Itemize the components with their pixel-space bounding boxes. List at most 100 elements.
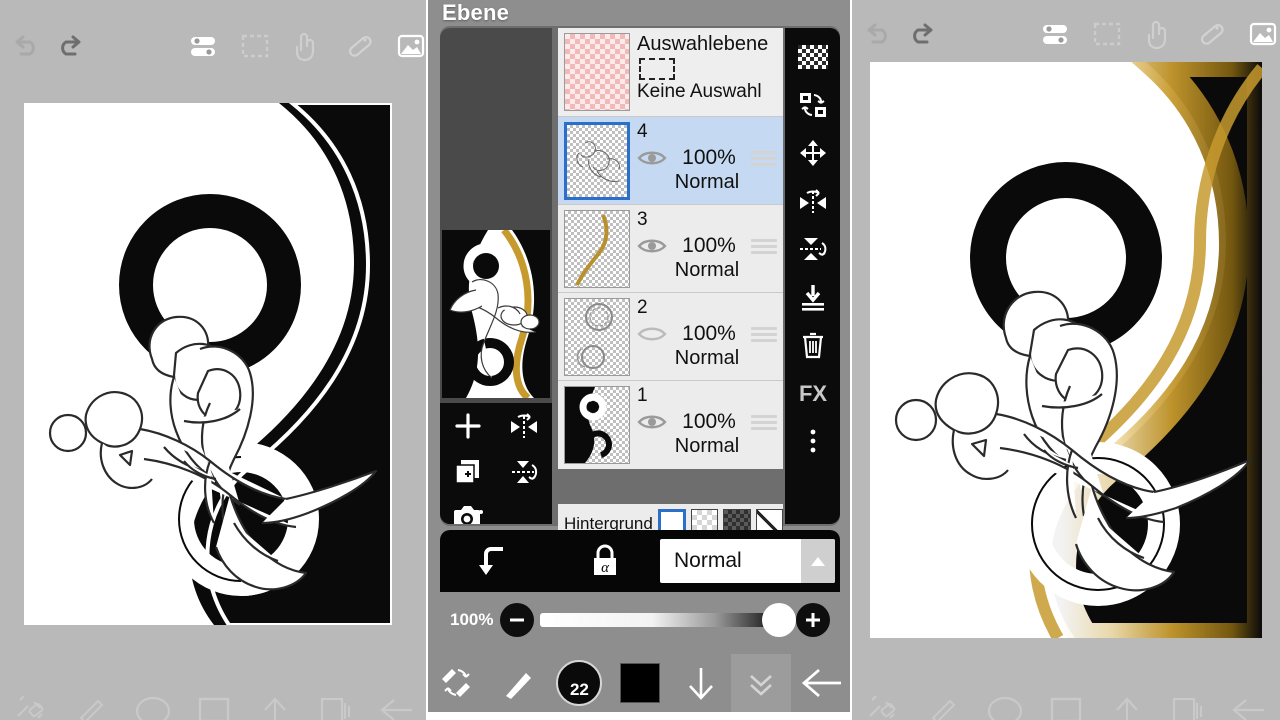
brush-eraser-swap-icon[interactable] — [859, 690, 907, 720]
opacity-decrease-button[interactable] — [500, 603, 534, 637]
image-icon[interactable] — [1246, 8, 1280, 60]
hand-tool-icon[interactable] — [1142, 8, 1176, 60]
flip-vertical-icon[interactable] — [496, 449, 552, 495]
layer-thumbnail[interactable] — [564, 122, 630, 200]
brush-icon[interactable] — [489, 654, 550, 712]
layer-right-tools: fx-icon FX — [785, 28, 840, 524]
chevron-double-down-icon[interactable] — [730, 654, 792, 712]
chevron-up-icon[interactable] — [801, 539, 835, 583]
arrow-up-icon[interactable] — [1103, 690, 1151, 720]
back-arrow-icon[interactable] — [1225, 690, 1273, 720]
layer-opacity: 100% — [682, 146, 736, 169]
arrow-up-icon[interactable] — [251, 690, 299, 720]
ruler-pen-icon[interactable] — [1194, 8, 1228, 60]
brush-size-value: 22 — [556, 660, 603, 706]
right-canvas[interactable] — [870, 62, 1262, 638]
camera-icon[interactable] — [440, 495, 496, 524]
undo-icon[interactable] — [860, 8, 894, 60]
move-icon[interactable] — [788, 130, 838, 176]
swap-layers-icon[interactable] — [788, 82, 838, 128]
blend-mode-select[interactable]: Normal — [660, 539, 835, 583]
circle-icon[interactable] — [129, 690, 177, 720]
layer-blend-mode: Normal — [674, 259, 740, 281]
right-top-toolbar — [852, 6, 1280, 62]
undo-icon[interactable] — [8, 20, 42, 72]
square-icon[interactable] — [1042, 690, 1090, 720]
layer-drag-handle[interactable] — [751, 148, 777, 169]
layer-row[interactable]: 4 100% Normal — [558, 117, 783, 205]
square-icon[interactable] — [190, 690, 238, 720]
image-icon[interactable] — [394, 20, 428, 72]
trash-icon[interactable] — [788, 322, 838, 368]
layer-drag-handle[interactable] — [751, 412, 777, 433]
layer-list[interactable]: Auswahlebene Keine Auswahl 4 100% Normal… — [558, 28, 783, 524]
more-options-icon[interactable] — [788, 418, 838, 464]
layers-dialog-panel: Ebene Auswahlebene Keine Auswahl 4 100% … — [428, 0, 852, 720]
opacity-bar: 100% — [440, 592, 840, 648]
layer-row[interactable]: 2 100% Normal — [558, 293, 783, 381]
hand-tool-icon[interactable] — [290, 20, 324, 72]
selection-icon[interactable] — [238, 20, 272, 72]
duplicate-layer-icon[interactable] — [440, 449, 496, 495]
clipping-mask-button[interactable] — [440, 530, 550, 592]
opacity-increase-button[interactable] — [796, 603, 830, 637]
settings-sliders-icon[interactable] — [1038, 8, 1072, 60]
layers-icon[interactable] — [312, 690, 360, 720]
layer-opacity: 100% — [682, 410, 736, 433]
blend-bar: α Normal — [440, 530, 840, 592]
layer-number: 2 — [637, 297, 648, 318]
add-layer-icon[interactable] — [440, 403, 496, 449]
layer-number: 4 — [637, 121, 648, 142]
canvas-preview-thumb[interactable] — [442, 230, 550, 398]
redo-icon[interactable] — [54, 20, 88, 72]
layers-icon[interactable] — [1164, 690, 1212, 720]
arrow-down-icon[interactable] — [670, 654, 731, 712]
layer-drag-handle[interactable] — [751, 324, 777, 345]
settings-sliders-icon[interactable] — [186, 20, 220, 72]
alpha-lock-button[interactable]: α — [550, 530, 660, 592]
right-editor-panel — [852, 0, 1280, 720]
left-canvas[interactable] — [24, 103, 392, 625]
selection-layer-name: Auswahlebene — [637, 33, 769, 55]
layer-visibility-icon[interactable] — [637, 325, 667, 343]
brush-icon[interactable] — [920, 690, 968, 720]
layer-row[interactable]: 1 100% Normal — [558, 381, 783, 469]
layer-row[interactable]: 3 100% Normal — [558, 205, 783, 293]
selection-layer-status: Keine Auswahl — [637, 81, 762, 102]
flip-vertical-icon[interactable] — [788, 226, 838, 272]
merge-down-icon[interactable] — [788, 274, 838, 320]
transparency-icon[interactable] — [788, 34, 838, 80]
layer-thumbnail[interactable] — [564, 386, 630, 464]
dialog-title: Ebene — [442, 0, 510, 25]
flip-horizontal-icon[interactable] — [788, 178, 838, 224]
layer-visibility-icon[interactable] — [637, 149, 667, 167]
circle-icon[interactable] — [981, 690, 1029, 720]
flip-horizontal-icon[interactable] — [496, 403, 552, 449]
opacity-slider[interactable] — [540, 603, 796, 637]
back-arrow-icon[interactable] — [791, 654, 852, 712]
color-swatch-button[interactable] — [610, 654, 671, 712]
brush-icon[interactable] — [68, 690, 116, 720]
ruler-pen-icon[interactable] — [342, 20, 376, 72]
layer-opacity: 100% — [682, 322, 736, 345]
redo-icon[interactable] — [906, 8, 940, 60]
layer-drag-handle[interactable] — [751, 236, 777, 257]
current-color-swatch[interactable] — [620, 663, 661, 703]
layer-left-tools — [440, 403, 552, 524]
fx-icon[interactable]: fx-icon FX — [788, 370, 838, 416]
layer-visibility-icon[interactable] — [637, 237, 667, 255]
selection-layer-row[interactable]: Auswahlebene Keine Auswahl — [558, 28, 783, 117]
selection-icon[interactable] — [1090, 8, 1124, 60]
layer-thumbnail[interactable] — [564, 298, 630, 376]
selection-layer-thumb — [564, 33, 630, 111]
layer-thumbnail[interactable] — [564, 210, 630, 288]
opacity-slider-knob[interactable] — [762, 603, 796, 637]
brush-eraser-swap-icon[interactable] — [7, 690, 55, 720]
back-arrow-icon[interactable] — [373, 690, 421, 720]
layer-number: 1 — [637, 385, 648, 406]
layer-visibility-icon[interactable] — [637, 413, 667, 431]
mid-bottom-toolbar: 22 — [428, 654, 852, 712]
panel-divider-right — [850, 0, 852, 720]
brush-size-button[interactable]: 22 — [549, 654, 610, 712]
brush-eraser-swap-icon[interactable] — [428, 654, 489, 712]
